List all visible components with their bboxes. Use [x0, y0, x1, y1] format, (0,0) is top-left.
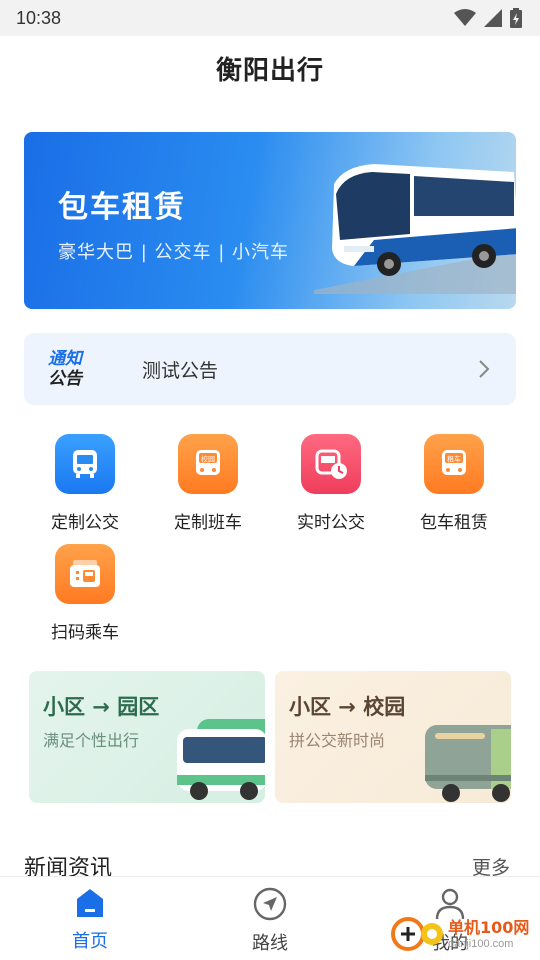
banner-title: 包车租赁 [58, 190, 186, 225]
service-realtime-bus[interactable]: 实时公交 [276, 434, 386, 533]
service-custom-bus[interactable]: 定制公交 [30, 434, 140, 533]
tab-label: 首页 [72, 931, 108, 952]
tab-home[interactable]: 首页 [40, 887, 140, 953]
card-community-to-park[interactable]: 小区 → 园区 满足个性出行 [29, 671, 265, 803]
notice-badge: 通知 公告 [48, 349, 118, 389]
rental-bus-icon: 租车 [424, 434, 484, 494]
charter-rental-banner[interactable]: 包车租赁 豪华大巴 | 公交车 | 小汽车 [24, 132, 516, 309]
service-label: 扫码乘车 [51, 623, 119, 643]
green-bus-illustration [177, 719, 265, 800]
tab-routes[interactable]: 路线 [220, 887, 320, 955]
chevron-right-icon [479, 360, 490, 378]
coach-bus-illustration [314, 164, 516, 294]
card-community-to-campus[interactable]: 小区 → 校园 拼公交新时尚 [275, 671, 511, 803]
status-time: 10:38 [16, 7, 62, 28]
wifi-icon [454, 9, 476, 26]
tab-label: 路线 [252, 933, 288, 954]
card-title: 小区 → 园区 [43, 695, 160, 719]
home-icon [77, 889, 103, 917]
watermark-logo-icon [391, 917, 443, 951]
navigation-icon [253, 887, 287, 921]
campus-bus-icon: 校园 [178, 434, 238, 494]
watermark: 单机100网 danji100.com [390, 912, 529, 952]
service-custom-shuttle[interactable]: 校园 定制班车 [153, 434, 263, 533]
card-subtitle: 拼公交新时尚 [289, 731, 386, 750]
watermark-name: 单机100网 [448, 918, 530, 937]
card-title: 小区 → 校园 [289, 695, 406, 719]
scan-ticket-icon [55, 544, 115, 604]
service-charter-rental[interactable]: 租车 包车租赁 [399, 434, 509, 533]
battery-icon [510, 8, 522, 28]
notice-badge-line2: 公告 [48, 369, 82, 389]
cellular-signal-icon [484, 9, 502, 27]
service-scan-ride[interactable]: 扫码乘车 [30, 544, 140, 643]
service-label: 实时公交 [297, 513, 365, 533]
watermark-url: danji100.com [448, 938, 514, 950]
campus-badge-text: 校园 [201, 455, 215, 464]
rental-badge-text: 租车 [447, 455, 461, 464]
status-bar: 10:38 [0, 0, 540, 36]
service-label: 定制公交 [51, 513, 119, 533]
service-label: 定制班车 [174, 513, 242, 533]
status-icons [454, 8, 522, 28]
notice-badge-line1: 通知 [48, 349, 82, 369]
realtime-bus-icon [301, 434, 361, 494]
bus-icon [55, 434, 115, 494]
gray-bus-illustration [425, 725, 511, 802]
notice-text: 测试公告 [142, 359, 219, 382]
notice-bar[interactable]: 通知 公告 测试公告 [24, 333, 516, 405]
card-subtitle: 满足个性出行 [43, 731, 140, 750]
banner-subtitle: 豪华大巴 | 公交车 | 小汽车 [58, 242, 290, 263]
page-title: 衡阳出行 [215, 56, 324, 86]
service-label: 包车租赁 [420, 513, 488, 533]
